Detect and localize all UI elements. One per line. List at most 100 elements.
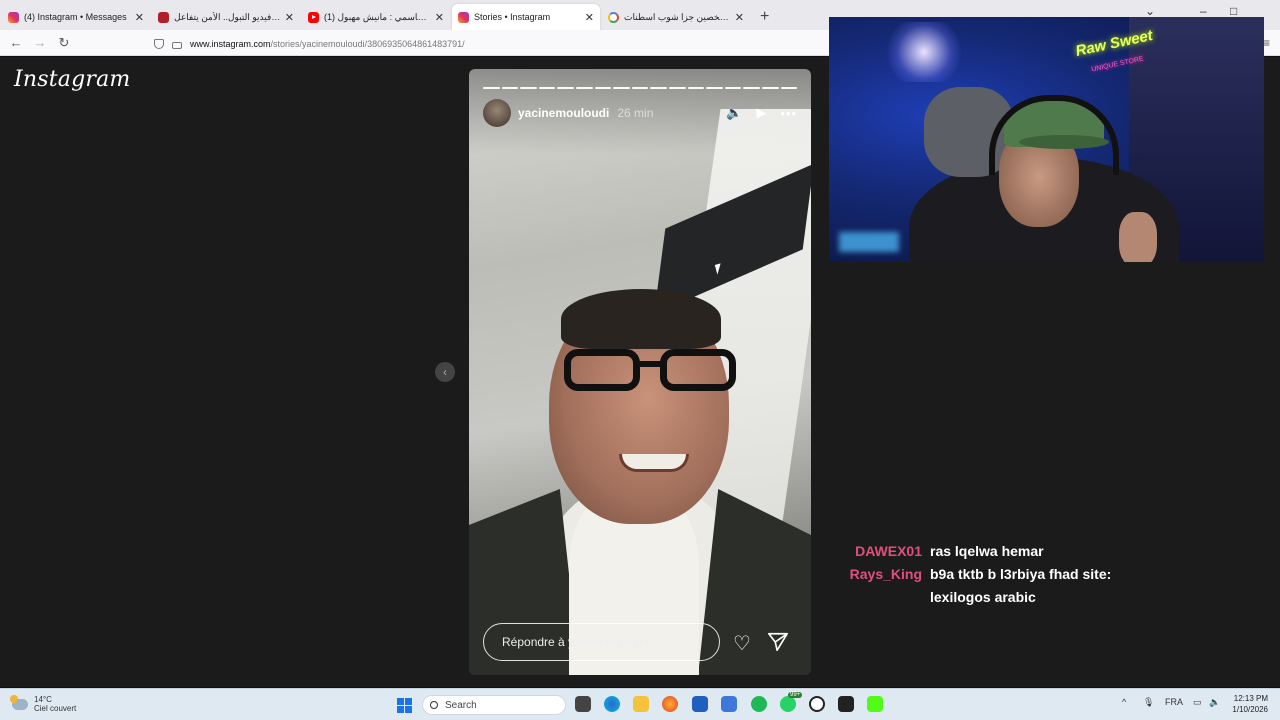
close-icon[interactable]: ✕ bbox=[285, 11, 294, 24]
story-username[interactable]: yacinemouloudi bbox=[518, 106, 609, 120]
story-reply-input[interactable]: Répondre à yacinemouloudi... bbox=[483, 623, 720, 661]
story-controls: 🔈 ▶ ••• bbox=[726, 101, 797, 125]
minimize-icon[interactable]: – bbox=[1200, 4, 1207, 18]
tab-instagram-messages[interactable]: (4) Instagram • Messages ✕ bbox=[2, 4, 150, 30]
tab-label: (4) Instagram • Messages bbox=[24, 12, 127, 22]
volume-icon[interactable]: 🔈 bbox=[726, 105, 742, 121]
webcam-lamp bbox=[839, 232, 899, 252]
story-time: 26 min bbox=[617, 106, 654, 120]
chat-username: Rays_King bbox=[849, 566, 922, 582]
weather-widget[interactable]: 14°C Ciel couvert bbox=[10, 694, 77, 713]
tab-instagram-stories[interactable]: Stories • Instagram ✕ bbox=[452, 4, 600, 30]
story-viewer[interactable]: yacinemouloudi 26 min 🔈 ▶ ••• Répondre à… bbox=[469, 69, 811, 675]
play-icon[interactable]: ▶ bbox=[756, 105, 766, 121]
tab-label: ضرب شخصين جزا شوب اسطنات bbox=[624, 11, 731, 22]
back-icon[interactable]: ← bbox=[4, 35, 28, 50]
network-icon[interactable]: ▭ bbox=[1193, 697, 1202, 708]
url-host: www.instagram.com bbox=[190, 38, 271, 49]
stream-chat: DAWEX01 ras lqelwa hemar Rays_King b9a t… bbox=[830, 540, 1250, 609]
story-progress-segment bbox=[724, 87, 742, 89]
story-photo-smile bbox=[619, 454, 689, 472]
story-progress-bar bbox=[483, 87, 798, 89]
tab-google-search[interactable]: ضرب شخصين جزا شوب اسطنات ✕ bbox=[602, 4, 750, 30]
address-bar[interactable]: www.instagram.com/stories/yacinemouloudi… bbox=[154, 34, 834, 53]
taskbar-clock[interactable]: 12:13 PM 1/10/2026 bbox=[1232, 693, 1268, 715]
shield-icon[interactable] bbox=[154, 38, 164, 49]
weather-temp: 14°C bbox=[34, 695, 52, 704]
capcut-icon[interactable] bbox=[838, 696, 854, 712]
chevron-up-icon[interactable]: ^ bbox=[1122, 697, 1126, 707]
story-progress-segment bbox=[743, 87, 760, 89]
webcam-light bbox=[879, 22, 969, 82]
tab-label: بسبب فيديو التبول.. الأمن يتفاعل bbox=[174, 11, 281, 22]
forward-icon[interactable]: → bbox=[28, 35, 52, 50]
story-progress-segment bbox=[520, 87, 537, 89]
search-label: Search bbox=[445, 700, 477, 711]
windows-start-icon[interactable] bbox=[397, 698, 412, 713]
outlook-icon[interactable] bbox=[721, 696, 737, 712]
instagram-icon bbox=[458, 11, 469, 23]
like-heart-icon[interactable]: ♡ bbox=[733, 631, 755, 655]
taskbar-search[interactable]: Search bbox=[422, 695, 566, 715]
chat-message: DAWEX01 ras lqelwa hemar bbox=[830, 540, 1250, 563]
story-progress-segment bbox=[761, 87, 779, 89]
chat-username: DAWEX01 bbox=[855, 543, 922, 559]
edge-icon[interactable] bbox=[604, 696, 620, 712]
chatgpt-icon[interactable] bbox=[809, 696, 825, 712]
notification-badge: 99+ bbox=[788, 692, 803, 698]
more-options-icon[interactable]: ••• bbox=[780, 106, 797, 121]
story-progress-segment bbox=[613, 87, 630, 89]
story-progress-segment bbox=[668, 87, 686, 89]
screen: (4) Instagram • Messages ✕ بسبب فيديو ال… bbox=[0, 0, 1280, 720]
task-view-icon[interactable] bbox=[575, 696, 591, 712]
story-progress-segment bbox=[706, 87, 723, 89]
instagram-icon bbox=[8, 11, 19, 23]
chat-text: b9a tktb b l3rbiya fhad site: lexilogos … bbox=[930, 566, 1112, 605]
streamer-webcam: Raw Sweet UNIQUE STORE bbox=[829, 17, 1264, 262]
language-indicator[interactable]: FRA bbox=[1165, 697, 1183, 707]
tab-label: (1) روف بلقاسمي : مانيش مهبول bbox=[324, 11, 431, 22]
send-icon[interactable] bbox=[767, 631, 789, 653]
spotify-icon[interactable] bbox=[751, 696, 767, 712]
clock-time: 12:13 PM bbox=[1233, 694, 1268, 703]
previous-story-button[interactable]: ‹ bbox=[435, 362, 455, 382]
story-progress-segment bbox=[650, 87, 667, 89]
microphone-icon[interactable]: 🎙 bbox=[1143, 697, 1154, 708]
maximize-icon[interactable]: □ bbox=[1230, 4, 1237, 18]
chat-message: Rays_King b9a tktb b l3rbiya fhad site: … bbox=[830, 563, 1250, 609]
youtube-icon bbox=[308, 11, 319, 23]
story-photo-hair bbox=[561, 289, 721, 349]
tab-youtube[interactable]: (1) روف بلقاسمي : مانيش مهبول ✕ bbox=[302, 4, 450, 30]
store-icon[interactable] bbox=[692, 696, 708, 712]
story-progress-segment bbox=[780, 87, 798, 89]
windows-taskbar: 14°C Ciel couvert Search 99+ ^ 🎙 FRA ▭ 🔈… bbox=[0, 688, 1280, 720]
google-icon bbox=[608, 11, 619, 23]
story-progress-segment bbox=[594, 87, 612, 89]
url-path: /stories/yacinemouloudi/3806935064861483… bbox=[270, 38, 465, 49]
file-explorer-icon[interactable] bbox=[633, 696, 649, 712]
lock-icon[interactable] bbox=[172, 41, 182, 49]
news-icon bbox=[158, 11, 169, 23]
close-icon[interactable]: ✕ bbox=[735, 11, 744, 24]
close-icon[interactable]: ✕ bbox=[135, 11, 144, 24]
tab-news[interactable]: بسبب فيديو التبول.. الأمن يتفاعل ✕ bbox=[152, 4, 300, 30]
menu-icon[interactable]: ≡ bbox=[1263, 36, 1270, 50]
chevron-down-icon[interactable]: ⌄ bbox=[1145, 4, 1155, 18]
close-icon[interactable]: ✕ bbox=[435, 11, 444, 24]
weather-desc: Ciel couvert bbox=[34, 704, 77, 713]
story-progress-segment bbox=[557, 87, 574, 89]
close-icon[interactable]: ✕ bbox=[585, 11, 594, 24]
kick-icon[interactable] bbox=[867, 696, 883, 712]
whatsapp-icon[interactable] bbox=[780, 696, 796, 712]
instagram-logo[interactable]: Instagram bbox=[14, 67, 130, 92]
story-progress-segment bbox=[687, 87, 705, 89]
firefox-icon[interactable] bbox=[662, 696, 678, 712]
new-tab-button[interactable]: + bbox=[752, 4, 777, 30]
story-progress-segment bbox=[538, 87, 556, 89]
speaker-icon[interactable]: 🔈 bbox=[1209, 697, 1220, 708]
avatar[interactable] bbox=[483, 99, 511, 127]
cloud-icon bbox=[10, 694, 28, 710]
reload-icon[interactable]: ↻ bbox=[52, 35, 76, 51]
webcam-hand bbox=[1119, 212, 1157, 262]
story-progress-segment bbox=[483, 87, 500, 89]
